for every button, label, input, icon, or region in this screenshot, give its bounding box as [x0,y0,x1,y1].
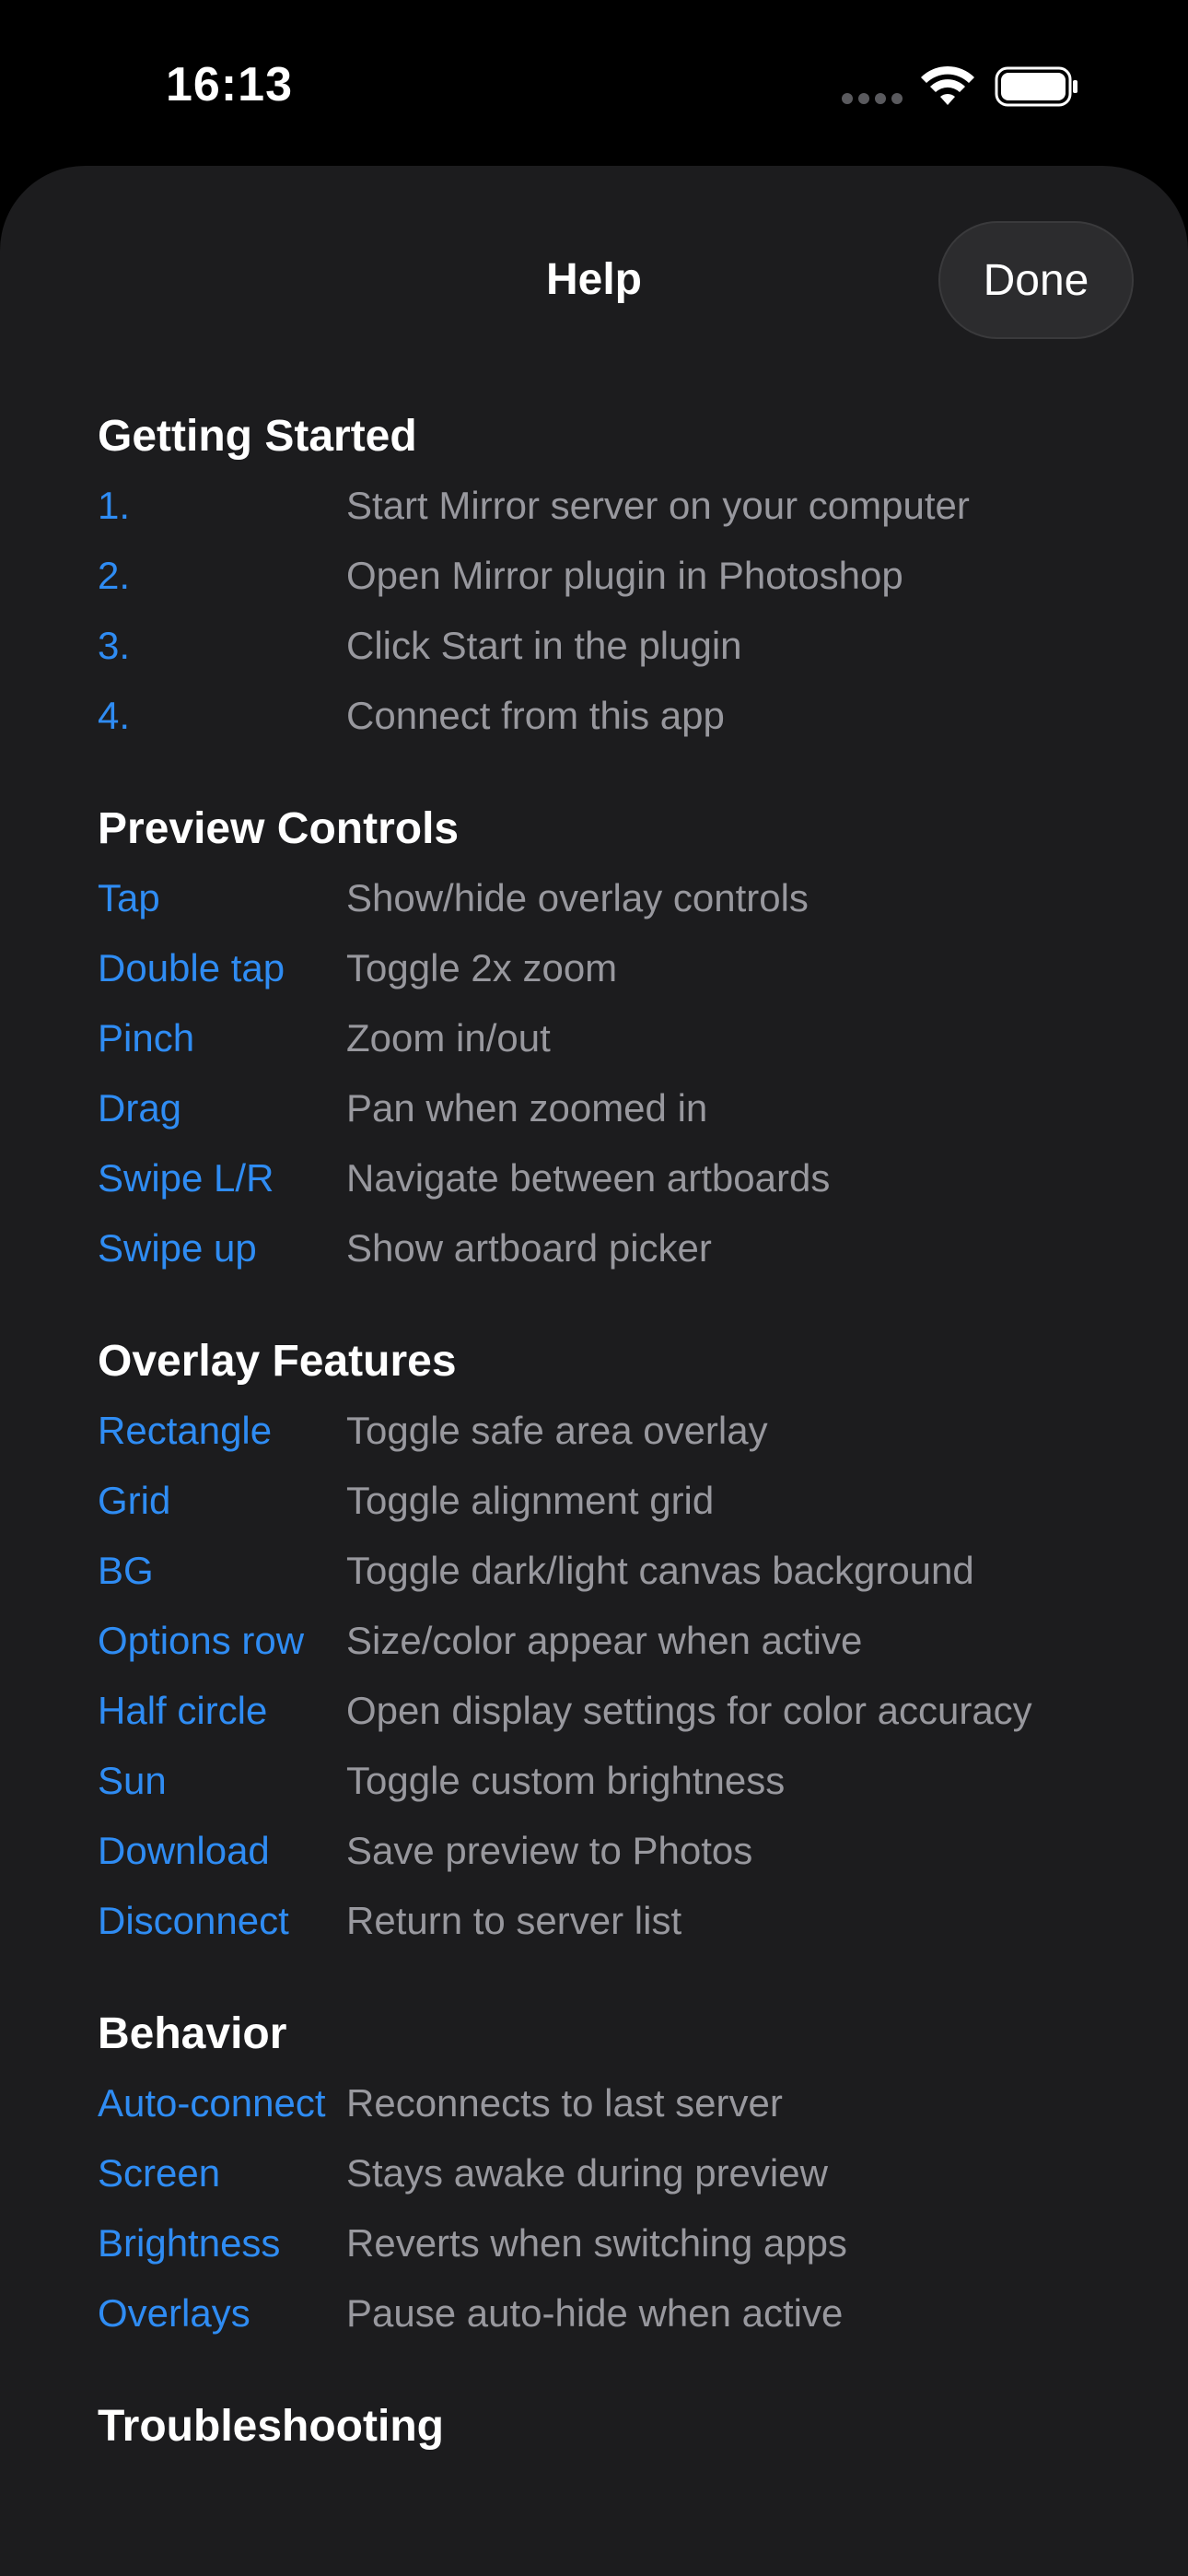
help-row-key: Pinch [98,1016,195,1060]
help-row-key: Sun [98,1759,167,1802]
help-row-key: 2. [98,554,131,597]
help-row-value: Connect from this app [346,694,725,737]
signal-dots-icon [842,92,903,105]
help-row-value: Show artboard picker [346,1226,712,1270]
help-row-key: BG [98,1549,154,1592]
help-row-value: Stays awake during preview [346,2151,828,2195]
done-button[interactable]: Done [938,221,1134,339]
help-row-key: Rectangle [98,1409,273,1452]
help-row-value: Open display settings for color accuracy [346,1689,1032,1732]
battery-icon [995,66,1077,107]
help-row-key: Options row [98,1619,305,1662]
help-row: Double tap Toggle 2x zoom [98,942,1129,1012]
help-row: Grid Toggle alignment grid [98,1474,1129,1544]
help-row-key: Tap [98,876,160,919]
help-row: Tap Show/hide overlay controls [98,872,1129,942]
help-row-value: Pause auto-hide when active [346,2291,844,2335]
help-row-value: Pan when zoomed in [346,1086,708,1130]
help-row: Half circle Open display settings for col… [98,1684,1129,1754]
help-row-value: Toggle alignment grid [346,1479,715,1522]
help-row-value: Reconnects to last server [346,2081,783,2125]
help-row: Download Save preview to Photos [98,1824,1129,1894]
help-row-value: Toggle custom brightness [346,1759,786,1802]
status-time: 16:13 [166,58,293,111]
section-title: Troubleshooting [98,2402,444,2451]
help-row-value: Reverts when switching apps [346,2221,847,2265]
help-row-value: Start Mirror server on your computer [346,484,970,527]
help-row-key: Screen [98,2151,221,2195]
wifi-icon [921,65,974,105]
help-row-value: Return to server list [346,1899,682,1942]
help-row: Drag Pan when zoomed in [98,1082,1129,1152]
help-row-key: Swipe up [98,1226,257,1270]
help-row-value: Save preview to Photos [346,1829,753,1872]
section-title: Getting Started [98,412,417,461]
help-row-key: Half circle [98,1689,268,1732]
help-row-value: Show/hide overlay controls [346,876,809,919]
section-title: Preview Controls [98,804,460,853]
help-row-value: Toggle safe area overlay [346,1409,768,1452]
help-row-value: Open Mirror plugin in Photoshop [346,554,903,597]
help-sheet: Help Done Getting Started 1. Start Mirror … [0,166,1188,2576]
help-row-key: Grid [98,1479,171,1522]
help-section: Overlay Features Rectangle Toggle safe are… [98,1332,1129,1964]
help-row: Options row Size/color appear when active [98,1614,1129,1684]
help-row: Pinch Zoom in/out [98,1012,1129,1082]
help-row: 2. Open Mirror plugin in Photoshop [98,549,1129,619]
help-section: Behavior Auto-connect Reconnects to last s… [98,2005,1129,2357]
help-row-key: Download [98,1829,270,1872]
help-row-value: Toggle dark/light canvas background [346,1549,974,1592]
help-row: Screen Stays awake during preview [98,2147,1129,2217]
help-row: 3. Click Start in the plugin [98,619,1129,689]
help-row-key: 4. [98,694,131,737]
help-row-key: 3. [98,624,131,667]
help-row-key: Disconnect [98,1899,289,1942]
help-row-value: Click Start in the plugin [346,624,742,667]
help-row: Disconnect Return to server list [98,1894,1129,1964]
help-row: Brightness Reverts when switching apps [98,2217,1129,2287]
help-section: Troubleshooting [98,2397,1129,2456]
help-row-key: Overlays [98,2291,250,2335]
help-row-value: Toggle 2x zoom [346,946,618,989]
help-row-key: Drag [98,1086,182,1130]
help-row: Sun Toggle custom brightness [98,1754,1129,1824]
help-section: Preview Controls Tap Show/hide overlay con… [98,800,1129,1292]
help-row: Swipe up Show artboard picker [98,1222,1129,1292]
help-row-value: Size/color appear when active [346,1619,863,1662]
help-row: 4. Connect from this app [98,689,1129,759]
help-row: Auto-connect Reconnects to last server [98,2077,1129,2147]
help-row: BG Toggle dark/light canvas background [98,1544,1129,1614]
help-row-key: Swipe L/R [98,1156,274,1200]
section-title: Overlay Features [98,1337,457,1386]
help-section: Getting Started 1. Start Mirror server on … [98,407,1129,759]
help-row: 1. Start Mirror server on your computer [98,479,1129,549]
status-bar: 16:13 [0,0,1188,166]
help-row-value: Zoom in/out [346,1016,551,1060]
help-row: Rectangle Toggle safe area overlay [98,1404,1129,1474]
help-row-key: 1. [98,484,131,527]
help-row-key: Double tap [98,946,285,989]
help-row: Swipe L/R Navigate between artboards [98,1152,1129,1222]
help-row: Overlays Pause auto-hide when active [98,2287,1129,2357]
help-row-key: Auto-connect [98,2081,326,2125]
help-content: Getting Started 1. Start Mirror server on … [98,407,1129,2497]
help-row-key: Brightness [98,2221,281,2265]
help-row-value: Navigate between artboards [346,1156,831,1200]
section-title: Behavior [98,2009,287,2058]
